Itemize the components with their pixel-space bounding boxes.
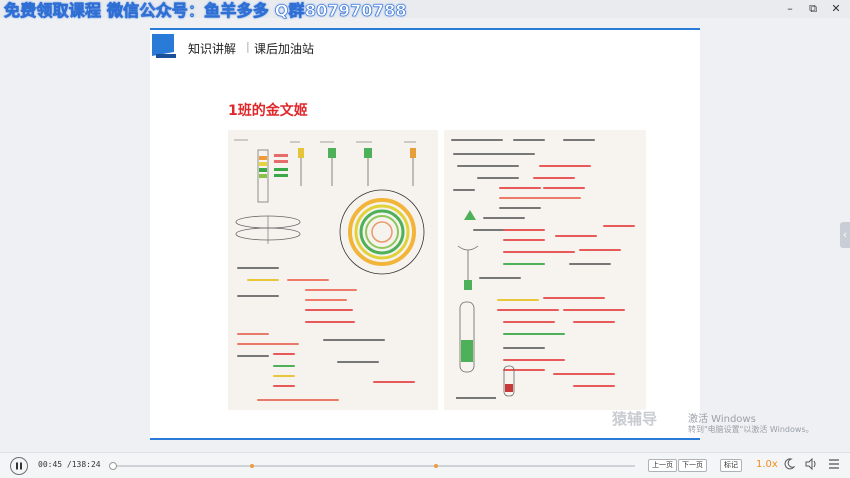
activation-hint: 转到"电脑设置"以激活 Windows。 xyxy=(688,425,814,434)
slide-bottom-rule xyxy=(150,438,700,440)
playback-speed[interactable]: 1.0x xyxy=(756,459,778,470)
nav-separator: | xyxy=(246,40,250,53)
minimize-button[interactable]: – xyxy=(778,0,802,18)
pause-button[interactable] xyxy=(10,457,28,475)
side-panel-toggle[interactable]: ‹ xyxy=(840,222,850,248)
progress-track[interactable] xyxy=(109,462,635,470)
close-button[interactable]: ✕ xyxy=(824,0,848,18)
activation-title: 激活 Windows xyxy=(688,414,756,425)
bookmark-button[interactable]: 标记 xyxy=(720,459,742,472)
slide-heading: 1班的金文姬 xyxy=(228,103,308,119)
title-bar: 免费领取课程 微信公众号：鱼羊多多 Q群807970788 – ⧉ ✕ xyxy=(0,0,850,20)
nav-after-class[interactable]: 课后加油站 xyxy=(254,40,314,57)
progress-knob[interactable] xyxy=(109,462,118,470)
player-control-bar: 00:45 /138:24 上一页 下一页 标记 1.0x xyxy=(0,452,850,478)
handwritten-notes-photo-1 xyxy=(228,130,438,410)
next-page-button[interactable]: 下一页 xyxy=(678,459,707,472)
course-logo-icon xyxy=(152,34,176,58)
watermark-text: 免费领取课程 微信公众号：鱼羊多多 Q群807970788 xyxy=(4,1,407,20)
night-mode-icon[interactable] xyxy=(782,458,796,474)
maximize-button[interactable]: ⧉ xyxy=(801,0,825,18)
slide-top-rule xyxy=(150,28,700,30)
playback-time: 00:45 /138:24 xyxy=(38,460,101,469)
brand-watermark: 猿辅导 xyxy=(612,410,658,428)
chapter-marker[interactable] xyxy=(249,464,254,468)
nav-knowledge-lecture[interactable]: 知识讲解 xyxy=(188,40,236,57)
chapter-marker[interactable] xyxy=(433,464,438,468)
menu-icon[interactable] xyxy=(827,458,841,474)
pause-icon xyxy=(16,462,22,470)
prev-page-button[interactable]: 上一页 xyxy=(648,459,677,472)
lesson-slide: 知识讲解 | 课后加油站 1班的金文姬 xyxy=(150,28,700,440)
handwritten-notes-photo-2 xyxy=(444,130,646,410)
volume-icon[interactable] xyxy=(804,457,818,474)
